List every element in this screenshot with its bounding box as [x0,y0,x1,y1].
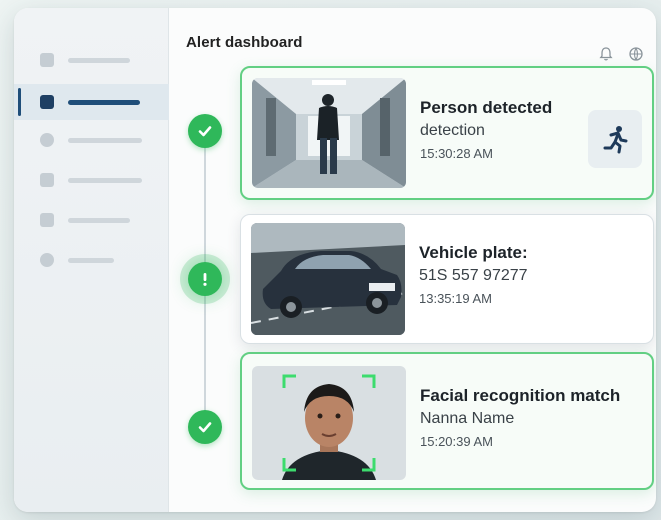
alert-timestamp: 15:20:39 AM [420,434,493,449]
sidebar-item-settings[interactable] [14,242,169,278]
check-icon [198,422,212,433]
alert-timestamp: 15:30:28 AM [420,146,493,161]
check-icon [198,126,212,137]
alert-title: Facial recognition match [420,386,621,405]
sidebar-item-placeholder [68,57,130,63]
status-warning-marker [188,262,222,296]
home-icon [40,53,54,67]
activity-type-tile[interactable] [588,110,642,168]
face-camera-snapshot [252,366,406,480]
chart-icon [40,173,54,187]
globe-icon[interactable] [628,46,644,62]
list-icon [40,213,54,227]
alert-card-face[interactable]: Facial recognition match Nanna Name 15:2… [240,352,654,490]
running-person-icon [603,126,628,154]
sidebar [14,8,169,512]
alert-details: Facial recognition match Nanna Name 15:2… [420,386,620,449]
clock-icon [40,133,54,147]
status-ok-marker [188,410,222,444]
license-plate-number: 51S 557 97277 [419,267,528,284]
sidebar-item-reports[interactable] [14,162,169,198]
sidebar-item-home[interactable] [14,42,169,78]
status-ok-marker [188,114,222,148]
settings-icon [40,253,54,267]
alert-title: Vehicle plate: [419,243,528,262]
header-icons [598,46,644,62]
sidebar-item-placeholder [68,257,114,263]
sidebar-item-placeholder [68,99,140,105]
alert-icon [40,95,54,109]
sidebar-item-alerts[interactable] [14,84,169,120]
dashboard-window: Alert dashboard Person detected detectio… [14,8,656,512]
alert-subtitle: detection [420,122,485,139]
alert-title: Person detected [420,98,553,117]
alert-details: Person detected detection 15:30:28 AM [420,98,552,161]
page-title: Alert dashboard [186,34,303,51]
alert-details: Vehicle plate: 51S 557 97277 13:35:19 AM [419,243,528,306]
vehicle-camera-snapshot [251,223,405,335]
sidebar-item-placeholder [68,137,142,143]
sidebar-item-placeholder [68,177,142,183]
person-camera-snapshot [252,78,406,188]
sidebar-item-list[interactable] [14,202,169,238]
alert-timestamp: 13:35:19 AM [419,291,492,306]
alert-card-person[interactable]: Person detected detection 15:30:28 AM [240,66,654,200]
alert-card-vehicle[interactable]: Vehicle plate: 51S 557 97277 13:35:19 AM [240,214,654,344]
bell-icon[interactable] [598,46,614,62]
matched-person-name: Nanna Name [420,410,515,427]
exclamation-icon [203,273,207,286]
sidebar-item-history[interactable] [14,122,169,158]
sidebar-item-placeholder [68,217,130,223]
